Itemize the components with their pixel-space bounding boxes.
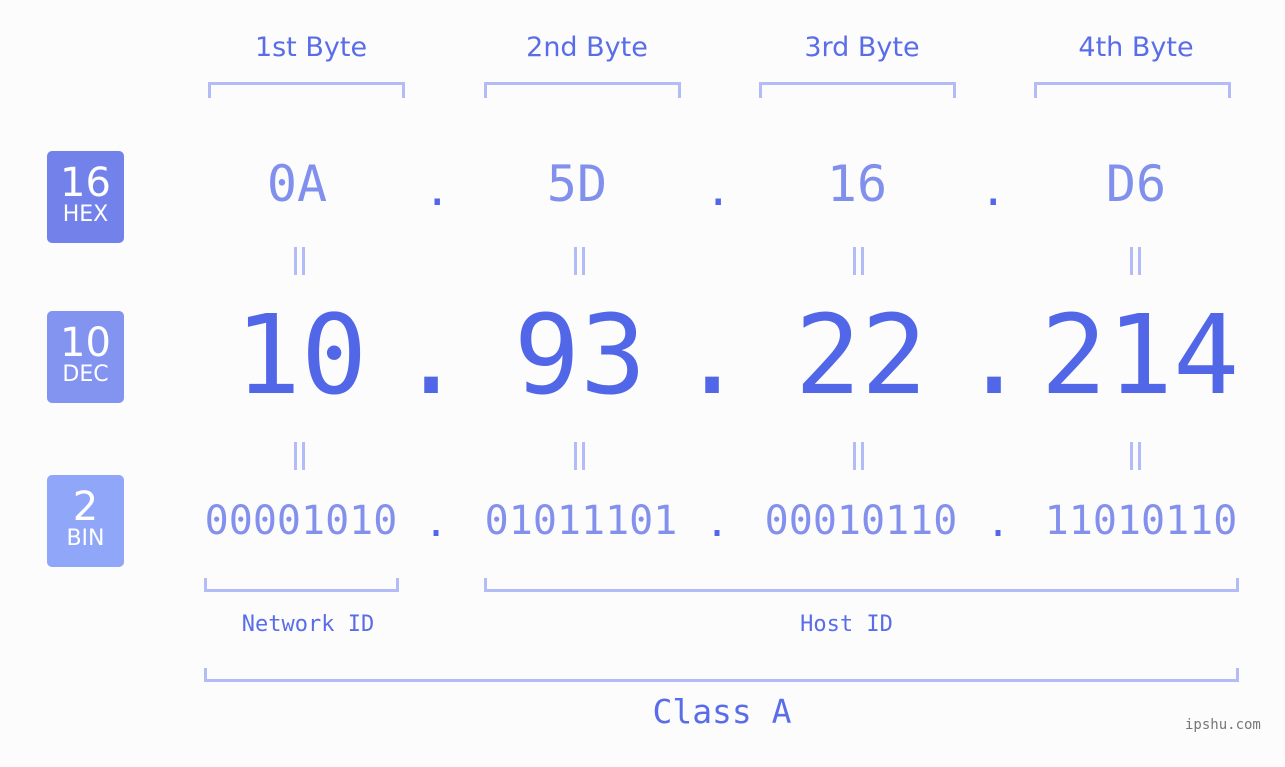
dec-separator-1: . bbox=[398, 291, 465, 419]
byte-header-3: 3rd Byte bbox=[804, 32, 920, 63]
dec-badge-number: 10 bbox=[60, 320, 111, 366]
dec-separator-3: . bbox=[961, 291, 1028, 419]
bin-separator-3: . bbox=[986, 500, 1011, 546]
hex-byte-2: 5D bbox=[546, 155, 608, 213]
hex-separator-1: . bbox=[424, 165, 451, 216]
hex-byte-1: 0A bbox=[266, 155, 328, 213]
network-id-label: Network ID bbox=[241, 612, 375, 637]
hex-separator-3: . bbox=[980, 165, 1007, 216]
class-bracket bbox=[204, 668, 1239, 682]
equals-icon bbox=[570, 247, 590, 275]
network-id-bracket bbox=[204, 578, 399, 592]
hex-byte-4: D6 bbox=[1105, 155, 1167, 213]
byte-bracket-3 bbox=[759, 82, 956, 98]
bin-separator-1: . bbox=[424, 500, 449, 546]
byte-header-2: 2nd Byte bbox=[526, 32, 648, 63]
hex-badge-label: HEX bbox=[62, 202, 109, 227]
byte-header-1: 1st Byte bbox=[254, 32, 368, 63]
equals-icon bbox=[849, 247, 869, 275]
dec-badge: 10 DEC bbox=[47, 311, 124, 403]
byte-header-4: 4th Byte bbox=[1078, 32, 1194, 63]
equals-icon bbox=[570, 442, 590, 470]
bin-byte-1: 00001010 bbox=[204, 498, 398, 544]
hex-separator-2: . bbox=[705, 165, 732, 216]
bin-separator-2: . bbox=[705, 500, 730, 546]
byte-bracket-1 bbox=[208, 82, 405, 98]
equals-icon bbox=[290, 247, 310, 275]
equals-icon bbox=[849, 442, 869, 470]
host-id-label: Host ID bbox=[800, 612, 893, 637]
byte-bracket-4 bbox=[1034, 82, 1231, 98]
hex-badge: 16 HEX bbox=[47, 151, 124, 243]
class-label: Class A bbox=[652, 692, 792, 731]
dec-separator-2: . bbox=[679, 291, 746, 419]
equals-icon bbox=[1126, 442, 1146, 470]
bin-byte-4: 11010110 bbox=[1044, 498, 1238, 544]
host-id-bracket bbox=[484, 578, 1239, 592]
bin-byte-3: 00010110 bbox=[764, 498, 958, 544]
watermark: ipshu.com bbox=[1185, 717, 1261, 733]
bin-badge-number: 2 bbox=[72, 484, 99, 530]
dec-byte-4: 214 bbox=[1040, 291, 1240, 419]
hex-byte-3: 16 bbox=[826, 155, 888, 213]
dec-byte-1: 10 bbox=[234, 291, 368, 419]
byte-bracket-2 bbox=[484, 82, 681, 98]
hex-badge-number: 16 bbox=[60, 160, 111, 206]
bin-byte-2: 01011101 bbox=[484, 498, 678, 544]
dec-byte-3: 22 bbox=[794, 291, 928, 419]
bin-badge-label: BIN bbox=[66, 526, 105, 551]
equals-icon bbox=[1126, 247, 1146, 275]
bin-badge: 2 BIN bbox=[47, 475, 124, 567]
dec-badge-label: DEC bbox=[62, 362, 109, 387]
equals-icon bbox=[290, 442, 310, 470]
dec-byte-2: 93 bbox=[513, 291, 647, 419]
